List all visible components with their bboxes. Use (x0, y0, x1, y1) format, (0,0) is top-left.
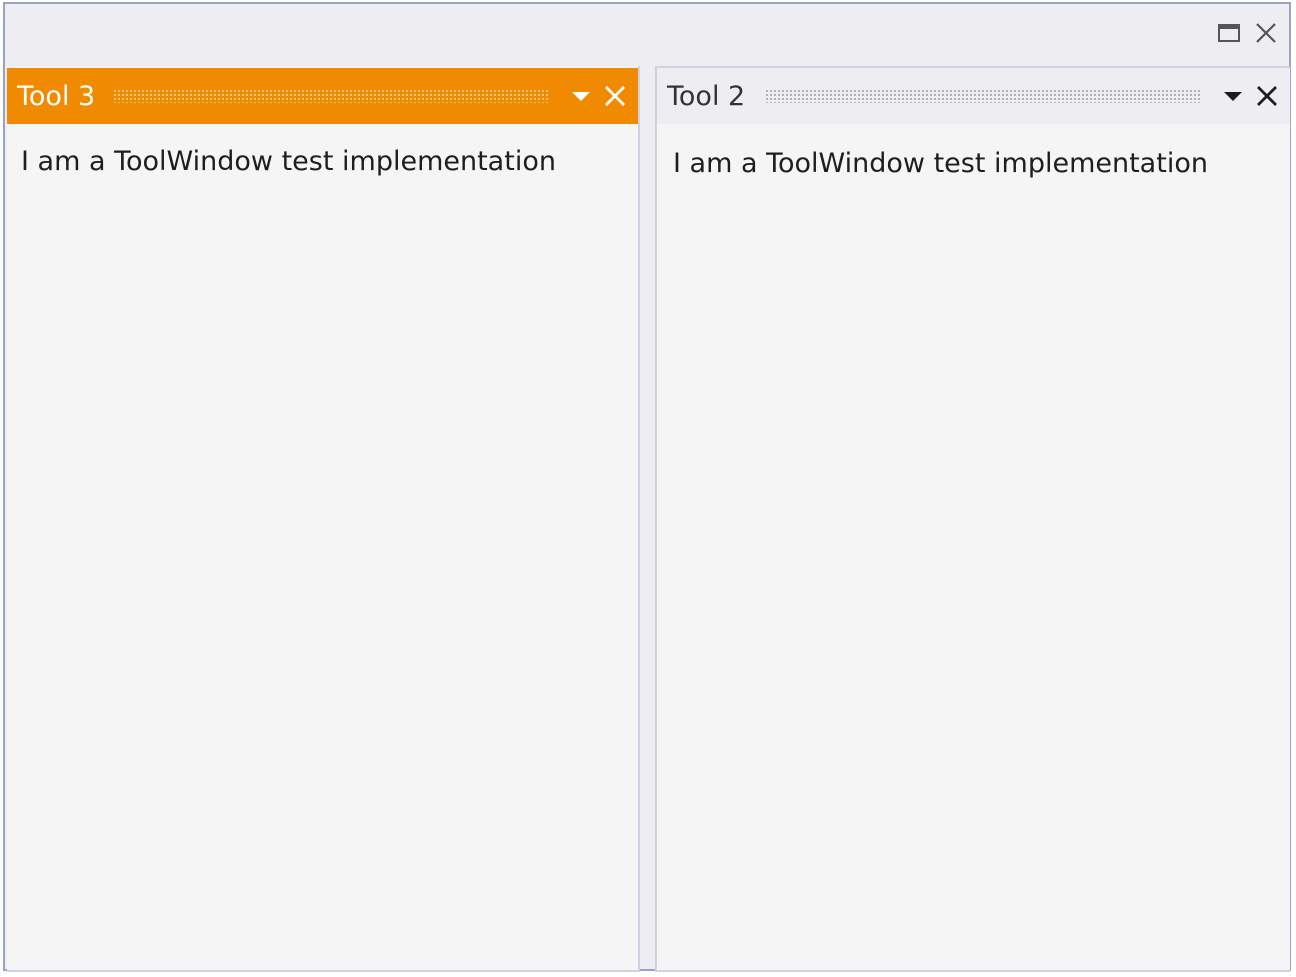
tool-window-host: Tool 3 I am a ToolWindow test implementa… (3, 2, 1291, 972)
pane-header[interactable]: Tool 3 (7, 68, 638, 124)
pane-content: I am a ToolWindow test implementation (7, 124, 638, 970)
pane-close-button[interactable] (598, 79, 632, 113)
dropdown-arrow-icon (572, 92, 590, 101)
maximize-button[interactable] (1214, 18, 1244, 48)
close-window-button[interactable] (1251, 18, 1281, 48)
title-bar (5, 4, 1289, 66)
close-icon (605, 86, 625, 106)
drag-grip[interactable] (113, 89, 550, 103)
drag-grip[interactable] (765, 89, 1200, 103)
content-text: I am a ToolWindow test implementation (21, 146, 556, 177)
tool-pane-tool3: Tool 3 I am a ToolWindow test implementa… (7, 66, 640, 972)
close-icon (1256, 23, 1276, 43)
pane-header[interactable]: Tool 2 (657, 68, 1290, 124)
pane-menu-button[interactable] (564, 79, 598, 113)
pane-close-button[interactable] (1250, 79, 1284, 113)
content-text: I am a ToolWindow test implementation (673, 148, 1208, 179)
pane-title: Tool 3 (17, 80, 96, 112)
close-icon (1257, 86, 1277, 106)
tool-pane-tool2: Tool 2 I am a ToolWindow test implementa… (655, 66, 1290, 972)
pane-menu-button[interactable] (1216, 79, 1250, 113)
pane-title: Tool 2 (667, 80, 746, 112)
dropdown-arrow-icon (1224, 92, 1242, 101)
maximize-icon (1218, 24, 1240, 42)
pane-content: I am a ToolWindow test implementation (657, 126, 1290, 970)
